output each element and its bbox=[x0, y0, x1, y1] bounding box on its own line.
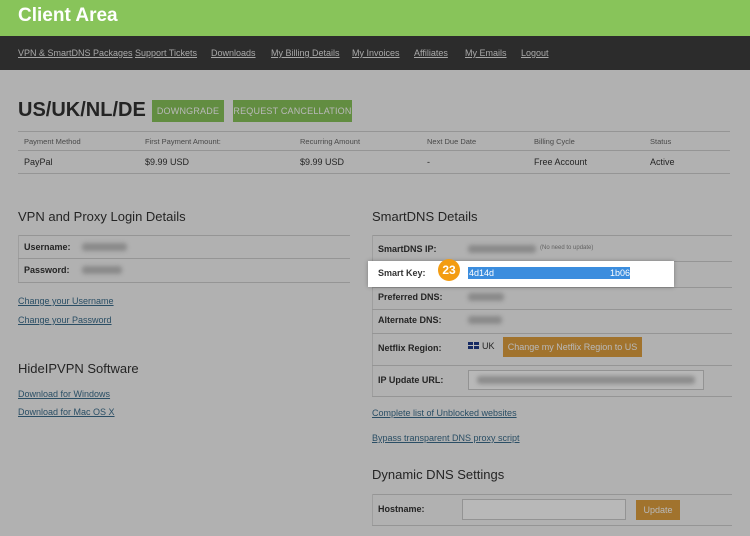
vpn-login-section-title: VPN and Proxy Login Details bbox=[18, 209, 186, 224]
billing-header-first-payment: First Payment Amount: bbox=[145, 137, 221, 146]
billing-value-billing-cycle: Free Account bbox=[534, 157, 588, 167]
vpn-table-bottom-border bbox=[18, 282, 350, 283]
nav-support-tickets[interactable]: Support Tickets bbox=[135, 48, 197, 58]
nav-affiliates[interactable]: Affiliates bbox=[414, 48, 448, 58]
smart-key-label: Smart Key: bbox=[378, 268, 426, 278]
smart-key-start: 4d14d bbox=[469, 268, 495, 278]
nav-vpn-smartdns-packages[interactable]: VPN & SmartDNS Packages bbox=[18, 48, 133, 58]
billing-table-bottom-border bbox=[18, 173, 730, 174]
ddns-table-top-border bbox=[372, 494, 732, 495]
unblocked-websites-link[interactable]: Complete list of Unblocked websites bbox=[372, 408, 517, 418]
top-navigation: VPN & SmartDNS Packages Support Tickets … bbox=[0, 36, 750, 70]
nav-my-emails[interactable]: My Emails bbox=[465, 48, 507, 58]
bypass-dns-proxy-link[interactable]: Bypass transparent DNS proxy script bbox=[372, 433, 520, 443]
billing-table-header-divider bbox=[18, 150, 730, 151]
password-value-redacted bbox=[82, 266, 122, 274]
billing-value-payment-method: PayPal bbox=[24, 157, 53, 167]
billing-header-billing-cycle: Billing Cycle bbox=[534, 137, 575, 146]
download-mac-link[interactable]: Download for Mac OS X bbox=[18, 407, 115, 417]
smartdns-table-bottom-border bbox=[372, 396, 732, 397]
smartdns-table-left-border bbox=[372, 235, 373, 397]
ddns-table-left-border bbox=[372, 494, 373, 526]
billing-value-status: Active bbox=[650, 157, 675, 167]
request-cancellation-button[interactable]: REQUEST CANCELLATION bbox=[233, 100, 352, 122]
hostname-input[interactable] bbox=[462, 499, 626, 520]
billing-value-first-payment: $9.99 USD bbox=[145, 157, 190, 167]
netflix-region-value: UK bbox=[482, 341, 495, 351]
preferred-dns-value-redacted bbox=[468, 293, 504, 301]
ddns-table-bottom-border bbox=[372, 525, 732, 526]
smart-key-end: 1b06 bbox=[610, 268, 631, 278]
vpn-table-row-divider bbox=[18, 258, 350, 259]
billing-value-recurring-amount: $9.99 USD bbox=[300, 157, 345, 167]
ddns-update-button[interactable]: Update bbox=[636, 500, 680, 520]
password-label: Password: bbox=[24, 265, 70, 275]
smartdns-ip-note: (No need to update) bbox=[540, 245, 594, 251]
hostname-label: Hostname: bbox=[378, 504, 425, 514]
change-netflix-region-button[interactable]: Change my Netflix Region to US bbox=[503, 337, 642, 357]
billing-header-next-due-date: Next Due Date bbox=[427, 137, 477, 146]
tutorial-step-badge: 23 bbox=[438, 259, 460, 281]
dynamic-dns-section-title: Dynamic DNS Settings bbox=[372, 467, 505, 482]
preferred-dns-label: Preferred DNS: bbox=[378, 292, 443, 302]
billing-table-top-border bbox=[18, 131, 730, 132]
vpn-table-top-border bbox=[18, 235, 350, 236]
billing-header-payment-method: Payment Method bbox=[24, 137, 81, 146]
change-username-link[interactable]: Change your Username bbox=[18, 296, 114, 306]
ip-update-url-field[interactable] bbox=[468, 370, 704, 390]
uk-flag-icon bbox=[468, 342, 479, 349]
smartdns-row-divider-4 bbox=[372, 333, 732, 334]
billing-value-next-due-date: - bbox=[427, 157, 430, 167]
nav-downloads[interactable]: Downloads bbox=[211, 48, 256, 58]
smartdns-row-divider-5 bbox=[372, 365, 732, 366]
alternate-dns-label: Alternate DNS: bbox=[378, 315, 442, 325]
smartdns-table-top-border bbox=[372, 235, 732, 236]
netflix-region-label: Netflix Region: bbox=[378, 343, 442, 353]
username-label: Username: bbox=[24, 242, 71, 252]
smartdns-section-title: SmartDNS Details bbox=[372, 209, 478, 224]
package-title: US/UK/NL/DE bbox=[18, 99, 146, 121]
nav-my-invoices[interactable]: My Invoices bbox=[352, 48, 400, 58]
smartdns-row-divider-2 bbox=[372, 287, 732, 288]
header-bar: Client Area bbox=[0, 0, 750, 36]
nav-my-billing-details[interactable]: My Billing Details bbox=[271, 48, 340, 58]
billing-header-recurring-amount: Recurring Amount bbox=[300, 137, 361, 146]
ip-update-url-label: IP Update URL: bbox=[378, 375, 444, 385]
billing-header-status: Status bbox=[650, 137, 672, 146]
username-value-redacted bbox=[82, 243, 127, 251]
download-windows-link[interactable]: Download for Windows bbox=[18, 389, 110, 399]
alternate-dns-value-redacted bbox=[468, 316, 502, 324]
change-password-link[interactable]: Change your Password bbox=[18, 315, 112, 325]
software-section-title: HideIPVPN Software bbox=[18, 361, 139, 376]
nav-logout[interactable]: Logout bbox=[521, 48, 549, 58]
downgrade-button[interactable]: DOWNGRADE bbox=[152, 100, 224, 122]
smartdns-ip-value-redacted bbox=[468, 245, 536, 253]
smartdns-ip-label: SmartDNS IP: bbox=[378, 244, 437, 254]
page-header-title: Client Area bbox=[18, 5, 118, 26]
ip-update-url-value-redacted bbox=[477, 376, 695, 384]
smartdns-row-divider-3 bbox=[372, 309, 732, 310]
